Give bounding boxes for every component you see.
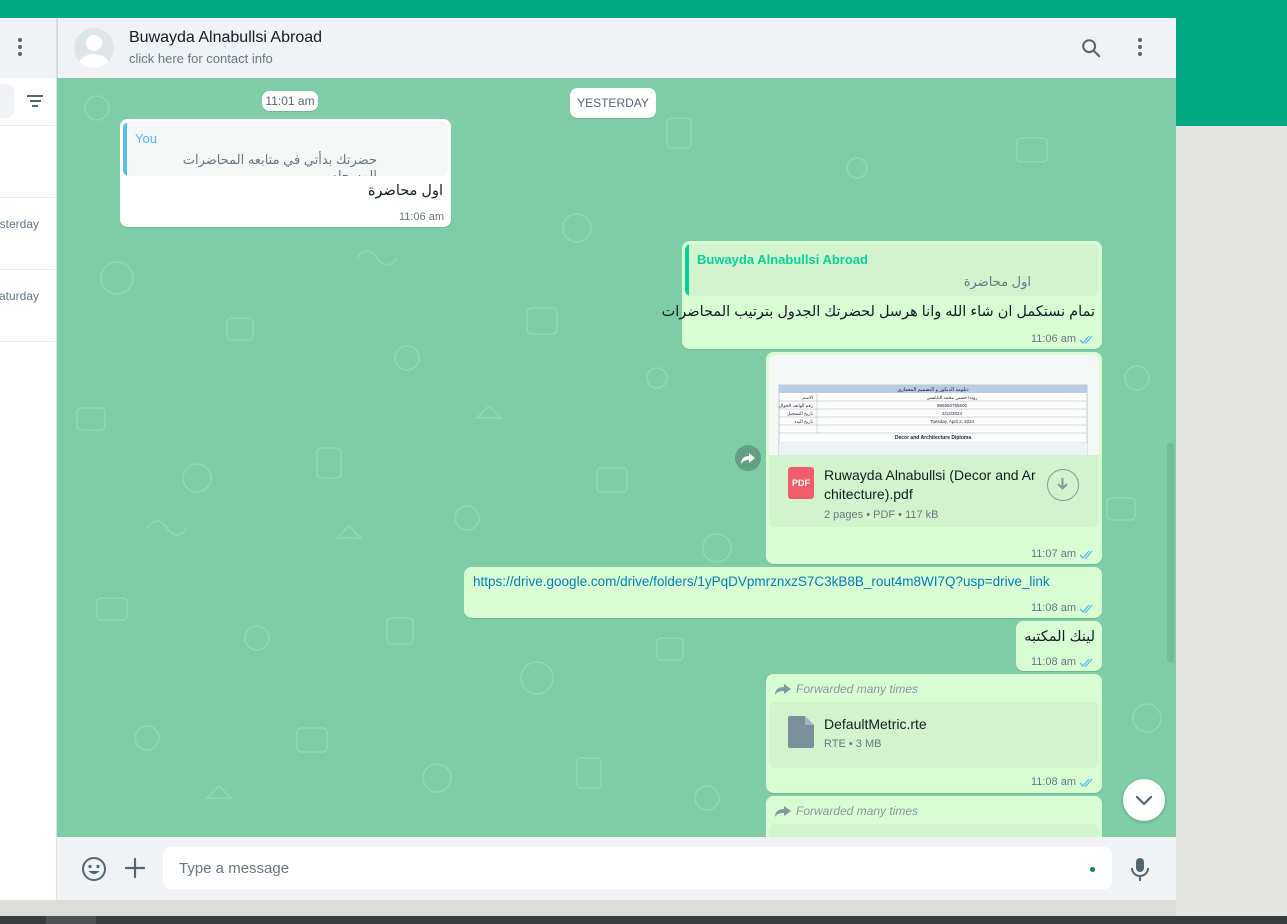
quote-bar: [685, 244, 689, 296]
time-text: 11:01 am: [265, 94, 315, 108]
app-right-band: [1176, 18, 1287, 126]
read-ticks-icon: [1079, 604, 1093, 613]
input-status-dot: [1090, 867, 1095, 872]
message-list[interactable]: 11:01 am YESTERDAY You حضرتك بدأتي في مت…: [57, 78, 1176, 837]
message-composer: [57, 837, 1176, 900]
message-time: 11:06 am: [398, 211, 444, 223]
document-card[interactable]: PDF Ruwayda Alnabullsi (Decor and Ar chi…: [769, 455, 1099, 527]
search-icon[interactable]: [1080, 37, 1102, 59]
document-preview-thumbnail: دبلومة الديكور و التصميم المعماري الاسم …: [778, 384, 1088, 455]
document-file-name: DefaultMetric.rte: [824, 716, 927, 732]
forwarded-label: Forwarded many times: [796, 682, 919, 696]
message-time: 11:08 am: [1030, 656, 1076, 668]
chat-item-time: Yesterday: [0, 217, 39, 231]
read-ticks-icon: [1079, 550, 1093, 559]
message-outgoing-document[interactable]: Forwarded many times DefaultMetric.rte R…: [766, 674, 1102, 793]
message-time: 11:08 am: [1030, 602, 1076, 614]
forward-icon[interactable]: [735, 445, 761, 471]
file-name-line: Ruwayda Alnabullsi (Decor and Ar: [824, 467, 1036, 483]
chat-list-sidebar: Yesterday Saturday: [0, 18, 57, 900]
document-card[interactable]: [769, 824, 1099, 837]
read-ticks-icon: [1079, 658, 1093, 667]
document-meta: RTE • 3 MB: [824, 738, 882, 750]
conversation-menu-icon[interactable]: [1134, 38, 1146, 58]
sidebar-menu-icon[interactable]: [13, 38, 27, 58]
preview-row-value: رويدا حسني محمد النابلسي: [926, 395, 977, 400]
conversation-panel: Buwayda Alnabullsi Abroad click here for…: [57, 18, 1176, 900]
forwarded-label: Forwarded many times: [796, 804, 919, 818]
message-time: 11:06 am: [1030, 333, 1076, 345]
message-link[interactable]: https://drive.google.com/drive/folders/1…: [473, 574, 1050, 589]
chevron-down-icon: [1135, 795, 1153, 806]
message-outgoing-document[interactable]: دبلومة الديكور و التصميم المعماري الاسم …: [766, 352, 1102, 564]
quote-bar: [123, 122, 127, 176]
sidebar-chat-item[interactable]: [0, 126, 56, 198]
preview-row-value: 966550765600: [937, 403, 968, 408]
quote-text: حضرتك بدأتي في متابعه المحاضرات المسجله: [182, 152, 377, 176]
avatar-icon[interactable]: [74, 28, 114, 68]
contact-name[interactable]: Buwayda Alnabullsi Abroad: [129, 29, 322, 47]
preview-row-value: 2/12/2024: [942, 411, 963, 416]
read-ticks-icon: [1079, 778, 1093, 787]
plus-icon[interactable]: [124, 857, 146, 879]
scroll-to-bottom-button[interactable]: [1123, 779, 1165, 821]
forwarded-icon: [775, 806, 791, 817]
forwarded-icon: [775, 684, 791, 695]
app-top-band: [0, 0, 1287, 18]
quoted-message[interactable]: Buwayda Alnabullsi Abroad اول محاضرة: [685, 244, 1099, 296]
sidebar-search-row: [0, 78, 56, 126]
desktop-background: [1176, 126, 1287, 918]
message-outgoing[interactable]: Buwayda Alnabullsi Abroad اول محاضرة تما…: [662, 241, 1102, 349]
preview-row-value: Tuesday, April 2, 2024: [930, 419, 975, 424]
document-meta: 2 pages • PDF • 117 kB: [824, 509, 939, 521]
quoted-message[interactable]: You حضرتك بدأتي في متابعه المحاضرات المس…: [123, 122, 448, 176]
emoji-icon[interactable]: [81, 856, 107, 882]
sidebar-chat-item[interactable]: Yesterday: [0, 198, 56, 270]
preview-section-title: Decor and Architecture Diploma: [895, 435, 971, 441]
sidebar-chat-item[interactable]: Saturday: [0, 270, 56, 342]
message-input[interactable]: [163, 847, 1112, 889]
quote-author: Buwayda Alnabullsi Abroad: [697, 252, 868, 267]
mic-icon[interactable]: [1129, 856, 1151, 882]
document-file-name: Ruwayda Alnabullsi (Decor and Ar chitect…: [824, 466, 1036, 504]
document-card[interactable]: DefaultMetric.rte RTE • 3 MB: [769, 702, 1099, 768]
filter-icon[interactable]: [27, 95, 43, 107]
day-separator-label: YESTERDAY: [577, 96, 649, 110]
preview-header: دبلومة الديكور و التصميم المعماري: [897, 387, 968, 393]
message-text: لينك المكتبه: [1024, 629, 1095, 645]
file-name-line: chitecture).pdf: [824, 486, 913, 502]
chat-item-time: Saturday: [0, 289, 39, 303]
conversation-header[interactable]: Buwayda Alnabullsi Abroad click here for…: [57, 18, 1176, 78]
quote-author: You: [135, 131, 157, 146]
message-text: اول محاضرة: [367, 183, 443, 199]
read-ticks-icon: [1079, 335, 1093, 344]
file-icon: [788, 716, 814, 748]
preview-row-label: تاريخ التسجيل: [787, 411, 814, 416]
message-incoming[interactable]: You حضرتك بدأتي في متابعه المحاضرات المس…: [120, 119, 451, 227]
day-separator: YESTERDAY: [570, 88, 656, 118]
message-outgoing-link[interactable]: https://drive.google.com/drive/folders/1…: [464, 567, 1102, 618]
sidebar-search-input[interactable]: [0, 84, 14, 118]
sidebar-header: [0, 18, 56, 78]
message-time: 11:08 am: [1030, 776, 1076, 788]
partial-message-time: 11:01 am: [262, 91, 318, 111]
taskbar-item[interactable]: [46, 916, 96, 924]
message-text: تمام نستكمل ان شاء الله وانا هرسل لحضرتك…: [661, 304, 1095, 320]
download-icon[interactable]: [1047, 469, 1079, 501]
document-preview[interactable]: دبلومة الديكور و التصميم المعماري الاسم …: [769, 355, 1099, 455]
message-time: 11:07 am: [1030, 548, 1076, 560]
pdf-icon: PDF: [788, 467, 814, 499]
scrollbar[interactable]: [1167, 443, 1174, 663]
message-outgoing-document[interactable]: Forwarded many times: [766, 796, 1102, 837]
message-outgoing[interactable]: لينك المكتبه 11:08 am: [1016, 621, 1102, 671]
preview-row-label: تاريخ البدء: [794, 419, 813, 424]
quote-text: اول محاضرة: [963, 274, 1031, 289]
os-taskbar: [0, 916, 1287, 924]
contact-info-hint[interactable]: click here for contact info: [129, 51, 273, 66]
